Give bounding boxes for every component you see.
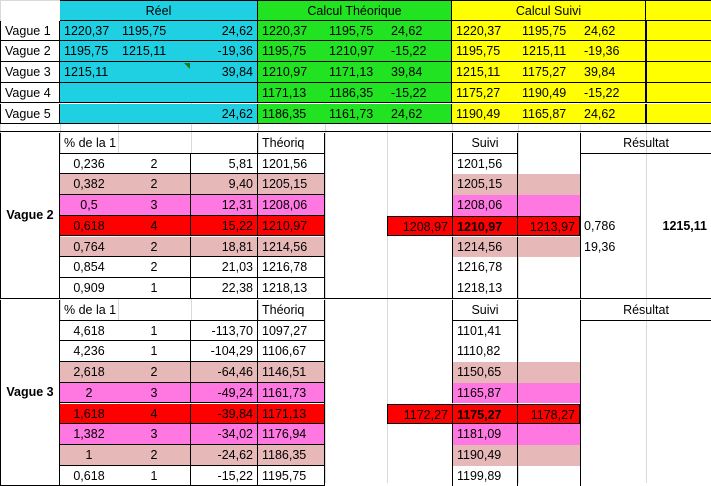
top-cell-theo-2[interactable]: 24,62 [387,20,452,42]
top-cell-reel-1[interactable]: 1215,11 [118,41,191,63]
top-header-2[interactable]: Calcul Suivi [452,0,646,21]
top-cell-reel-2[interactable] [191,82,258,104]
top-cell-reel-2[interactable]: 24,62 [191,103,258,125]
block2-suivi-high[interactable]: 1178,27 [518,403,580,425]
block2-label[interactable]: Vague 3 [0,300,60,486]
block1-result-ratio[interactable]: 0,786 [580,216,646,237]
block1-suivi[interactable]: 1216,78 [452,257,518,278]
block2-suivi[interactable]: 1110,82 [452,341,518,363]
block1-table-frame [60,133,325,299]
top-cell-theo-1[interactable]: 1210,97 [325,41,387,63]
top-cell-theo-0[interactable]: 1195,75 [258,41,325,63]
top-cell-yellow-extra[interactable] [646,103,711,125]
block1-header-suivi[interactable]: Suivi [452,133,518,154]
block2-header-suivi[interactable]: Suivi [452,300,518,321]
top-cell-theo-0[interactable]: 1210,97 [258,62,325,83]
block1-label[interactable]: Vague 2 [0,133,60,299]
top-cell-reel-2[interactable]: -19,36 [191,41,258,63]
top-cell-theo-0[interactable]: 1220,37 [258,20,325,42]
block1-suivi[interactable]: 1205,15 [452,174,518,196]
block2-suivi[interactable]: 1175,27 [452,403,518,425]
top-cell-suivi-1[interactable]: 1165,87 [518,103,580,125]
block2-suivi-fill[interactable] [518,362,580,383]
top-cell-reel-0[interactable] [60,82,118,104]
block2-suivi-fill[interactable] [518,424,580,445]
top-cell-suivi-0[interactable]: 1175,27 [452,82,518,104]
block2-table-frame [60,300,325,486]
top-cell-reel-0[interactable] [60,103,118,125]
top-header-0[interactable]: Réel [60,0,258,21]
top-row-label[interactable]: Vague 2 [0,41,60,63]
block1-result-diff[interactable]: 19,36 [580,237,646,258]
top-cell-theo-2[interactable]: -15,22 [387,41,452,63]
top-cell-theo-1[interactable]: 1195,75 [325,20,387,42]
block2-suivi[interactable]: 1150,65 [452,362,518,383]
top-cell-reel-2[interactable]: 39,84 [191,62,258,83]
top-cell-suivi-0[interactable]: 1220,37 [452,20,518,42]
block2-separator [0,298,711,299]
block2-suivi[interactable]: 1101,41 [452,320,518,342]
top-header-yellow-extra[interactable] [646,0,711,21]
spreadsheet: Réel Calcul Théorique Calcul Suivi Vague 11… [0,0,711,486]
block2-suivi-fill[interactable] [518,382,580,404]
top-cell-theo-1[interactable]: 1186,35 [325,82,387,104]
top-cell-reel-1[interactable] [118,82,191,104]
block1-separator [0,131,711,132]
top-cell-reel-0[interactable]: 1220,37 [60,20,118,42]
block1-suivi-fill[interactable] [518,174,580,196]
top-cell-reel-1[interactable] [118,103,191,125]
top-cell-suivi-0[interactable]: 1190,49 [452,103,518,125]
top-cell-yellow-extra[interactable] [646,62,711,83]
top-row-label[interactable]: Vague 4 [0,82,60,104]
top-cell-suivi-2[interactable]: 24,62 [580,103,646,125]
block2-suivi[interactable]: 1190,49 [452,444,518,466]
top-cell-suivi-1[interactable]: 1195,75 [518,20,580,42]
top-cell-suivi-2[interactable]: 24,62 [580,20,646,42]
block2-suivi-fill[interactable] [518,444,580,466]
top-cell-yellow-extra[interactable] [646,41,711,63]
top-cell-theo-1[interactable]: 1171,13 [325,62,387,83]
top-cell-yellow-extra[interactable] [646,82,711,104]
top-cell-reel-0[interactable]: 1215,11 [60,62,118,83]
top-row-label[interactable]: Vague 1 [0,20,60,42]
top-header-1[interactable]: Calcul Théorique [258,0,452,21]
block1-suivi-low[interactable]: 1208,97 [387,215,452,237]
block1-suivi[interactable]: 1208,06 [452,195,518,216]
top-row-label[interactable]: Vague 3 [0,62,60,83]
block1-suivi-high[interactable]: 1213,97 [518,215,580,237]
top-cell-suivi-1[interactable]: 1175,27 [518,62,580,83]
block1-suivi-fill[interactable] [518,236,580,258]
top-cell-theo-2[interactable]: -15,22 [387,82,452,104]
top-cell-suivi-2[interactable]: 39,84 [580,62,646,83]
block2-suivi[interactable]: 1165,87 [452,382,518,404]
top-cell-theo-1[interactable]: 1161,73 [325,103,387,125]
top-cell-suivi-0[interactable]: 1215,11 [452,62,518,83]
block1-result-value[interactable]: 1215,11 [646,216,711,237]
block1-suivi[interactable]: 1218,13 [452,277,518,299]
block1-suivi[interactable]: 1201,56 [452,153,518,175]
top-cell-reel-1[interactable] [118,62,191,83]
top-row-label[interactable]: Vague 5 [0,103,60,125]
comment-marker [184,63,190,70]
block1-suivi[interactable]: 1214,56 [452,236,518,258]
top-cell-theo-2[interactable]: 39,84 [387,62,452,83]
block2-result-frame [580,300,711,486]
top-cell-suivi-2[interactable]: -15,22 [580,82,646,104]
top-cell-suivi-1[interactable]: 1190,49 [518,82,580,104]
top-cell-suivi-1[interactable]: 1215,11 [518,41,580,63]
top-cell-theo-0[interactable]: 1171,13 [258,82,325,104]
block1-suivi[interactable]: 1210,97 [452,215,518,237]
top-cell-reel-0[interactable]: 1195,75 [60,41,118,63]
top-cell-suivi-2[interactable]: -19,36 [580,41,646,63]
top-cell-suivi-0[interactable]: 1195,75 [452,41,518,63]
top-cell-reel-2[interactable]: 24,62 [191,20,258,42]
block1-suivi-fill[interactable] [518,195,580,216]
top-cell-yellow-extra[interactable] [646,20,711,42]
block2-suivi[interactable]: 1181,09 [452,424,518,445]
block2-suivi-low[interactable]: 1172,27 [387,403,452,425]
top-cell-reel-1[interactable]: 1195,75 [118,20,191,42]
top-cell-theo-2[interactable]: 24,62 [387,103,452,125]
top-cell-theo-0[interactable]: 1186,35 [258,103,325,125]
